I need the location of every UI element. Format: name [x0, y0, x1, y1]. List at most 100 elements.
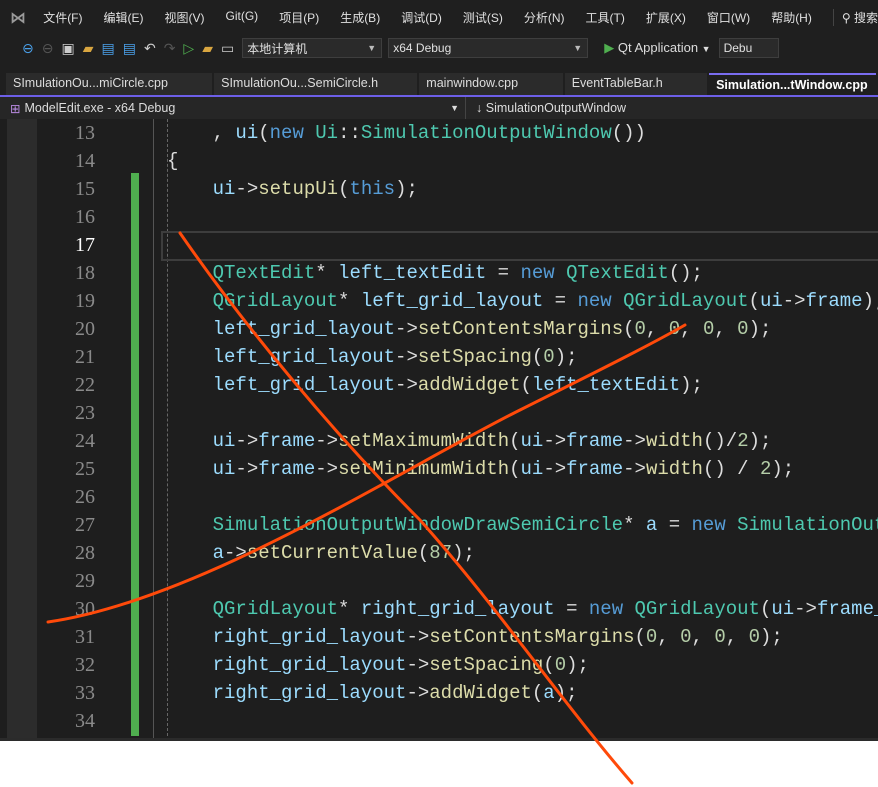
- code-token: *: [338, 598, 361, 620]
- code-token: (: [634, 626, 646, 648]
- configuration2-dropdown[interactable]: Debu: [718, 38, 779, 58]
- find-in-files-icon[interactable]: ▰: [202, 40, 213, 57]
- menu-item[interactable]: 视图(V): [165, 9, 205, 26]
- tab[interactable]: mainwindow.cpp: [419, 73, 563, 95]
- code-token: {: [167, 150, 179, 172]
- code-token: 2: [737, 430, 749, 452]
- menu-item[interactable]: 扩展(X): [646, 9, 686, 26]
- code-token: (: [531, 346, 544, 368]
- start-without-debug-icon[interactable]: ▷: [183, 40, 194, 57]
- code-token: );: [748, 318, 772, 340]
- code-line: 21 left_grid_layout->setSpacing(0);: [0, 343, 878, 371]
- configuration-dropdown[interactable]: x64 Debug ▼: [388, 38, 589, 58]
- menu-item[interactable]: 项目(P): [279, 9, 319, 26]
- code-token: frame: [258, 458, 316, 480]
- code-token: Ui: [315, 122, 339, 144]
- code-token: ,: [657, 626, 681, 648]
- code-line: 20 left_grid_layout->setContentsMargins(…: [0, 315, 878, 343]
- tab[interactable]: Simulation...tWindow.cpp: [709, 73, 876, 95]
- code-line: 34: [0, 707, 878, 735]
- undo-icon[interactable]: ↶: [144, 40, 156, 57]
- code-token: new: [691, 514, 738, 536]
- search-button[interactable]: ⚲ 搜索: [832, 8, 878, 26]
- code-token: ();: [668, 262, 703, 284]
- code-token: left_grid_layout: [212, 374, 396, 396]
- code-token: ui: [235, 122, 259, 144]
- code-token: 0: [714, 626, 726, 648]
- tab[interactable]: EventTableBar.h: [564, 73, 708, 95]
- code-token: ::: [338, 122, 361, 144]
- menu-item[interactable]: 分析(N): [524, 9, 565, 26]
- code-token: 0: [668, 318, 681, 340]
- chevron-down-icon: ▼: [450, 103, 459, 113]
- menu-item[interactable]: Git(G): [226, 9, 259, 26]
- menu-item[interactable]: 编辑(E): [104, 9, 144, 26]
- code-token: left_textEdit: [531, 374, 681, 396]
- menu-item[interactable]: 生成(B): [340, 9, 380, 26]
- code-token: 2: [759, 458, 772, 480]
- line-number: 18: [75, 262, 95, 284]
- code-line: 27 SimulationOutputWindowDrawSemiCircle*…: [0, 511, 878, 539]
- code-token: ,: [725, 626, 749, 648]
- code-token: ,: [714, 318, 738, 340]
- line-number: 25: [75, 458, 95, 480]
- document-tabs: SImulationOu...miCircle.cpp SImulationOu.…: [0, 73, 878, 95]
- redo-icon[interactable]: ↷: [164, 40, 176, 57]
- code-token: (: [338, 178, 350, 200]
- scope-dropdown[interactable]: ↓ SimulationOutputWindow: [466, 101, 626, 115]
- menu-item[interactable]: 帮助(H): [771, 9, 812, 26]
- tab[interactable]: SImulationOu...SemiCircle.h: [214, 73, 418, 95]
- line-number: 28: [75, 542, 95, 564]
- code-token: );: [566, 654, 589, 676]
- code-token: ui: [212, 430, 236, 452]
- open-folder-icon[interactable]: ▰: [83, 40, 94, 57]
- code-token: 0: [554, 654, 567, 676]
- code-token: width: [645, 458, 703, 480]
- line-number: 17: [75, 234, 95, 256]
- code-token: (: [258, 122, 270, 144]
- line-number: 27: [75, 514, 95, 536]
- code-token: right_grid_layout: [212, 682, 407, 704]
- run-button[interactable]: ▶ Qt Application ▼: [604, 40, 710, 56]
- save-all-icon[interactable]: ▤: [123, 40, 136, 57]
- menu-item[interactable]: 窗口(W): [707, 9, 750, 26]
- code-token: (: [623, 318, 635, 340]
- code-token: ,: [167, 122, 236, 144]
- window-icon[interactable]: ▭: [221, 40, 234, 57]
- code-text: left_grid_layout->addWidget(left_textEdi…: [167, 371, 703, 399]
- code-token: () /: [702, 458, 760, 480]
- toolbar: ⊖ ⊖ ▣ ▰ ▤ ▤ ↶ ↷ ▷ ▰ ▭ 本地计算机 ▼ x64 Debug ▼ …: [0, 34, 878, 62]
- code-token: ui: [212, 458, 236, 480]
- save-icon[interactable]: ▤: [101, 40, 114, 57]
- code-token: left_grid_layout: [212, 346, 396, 368]
- tab[interactable]: SImulationOu...miCircle.cpp: [6, 73, 213, 95]
- play-icon: ▶: [604, 40, 618, 55]
- back-icon[interactable]: ⊖: [22, 40, 34, 57]
- target-dropdown[interactable]: 本地计算机 ▼: [242, 38, 383, 58]
- visual-studio-logo-icon: ⋈: [10, 10, 26, 27]
- forward-icon[interactable]: ⊖: [42, 40, 54, 57]
- menu-item[interactable]: 文件(F): [43, 9, 82, 26]
- menu-item[interactable]: 测试(S): [463, 9, 503, 26]
- code-token: ->: [224, 542, 247, 564]
- code-token: 0: [645, 626, 658, 648]
- code-token: );: [771, 458, 795, 480]
- code-token: *: [315, 262, 339, 284]
- code-token: ->: [623, 430, 646, 452]
- new-project-icon[interactable]: ▣: [61, 40, 74, 57]
- menu-item[interactable]: 调试(D): [401, 9, 442, 26]
- line-number: 16: [75, 206, 95, 228]
- project-dropdown[interactable]: ⊞ ModelEdit.exe - x64 Debug ▼: [0, 97, 466, 119]
- code-editor[interactable]: 13 , ui(new Ui::SimulationOutputWindow()…: [0, 119, 878, 741]
- code-token: );: [862, 290, 878, 312]
- menu-item[interactable]: 工具(T): [586, 9, 625, 26]
- code-token: QTextEdit: [212, 262, 316, 284]
- code-token: ->: [235, 430, 259, 452]
